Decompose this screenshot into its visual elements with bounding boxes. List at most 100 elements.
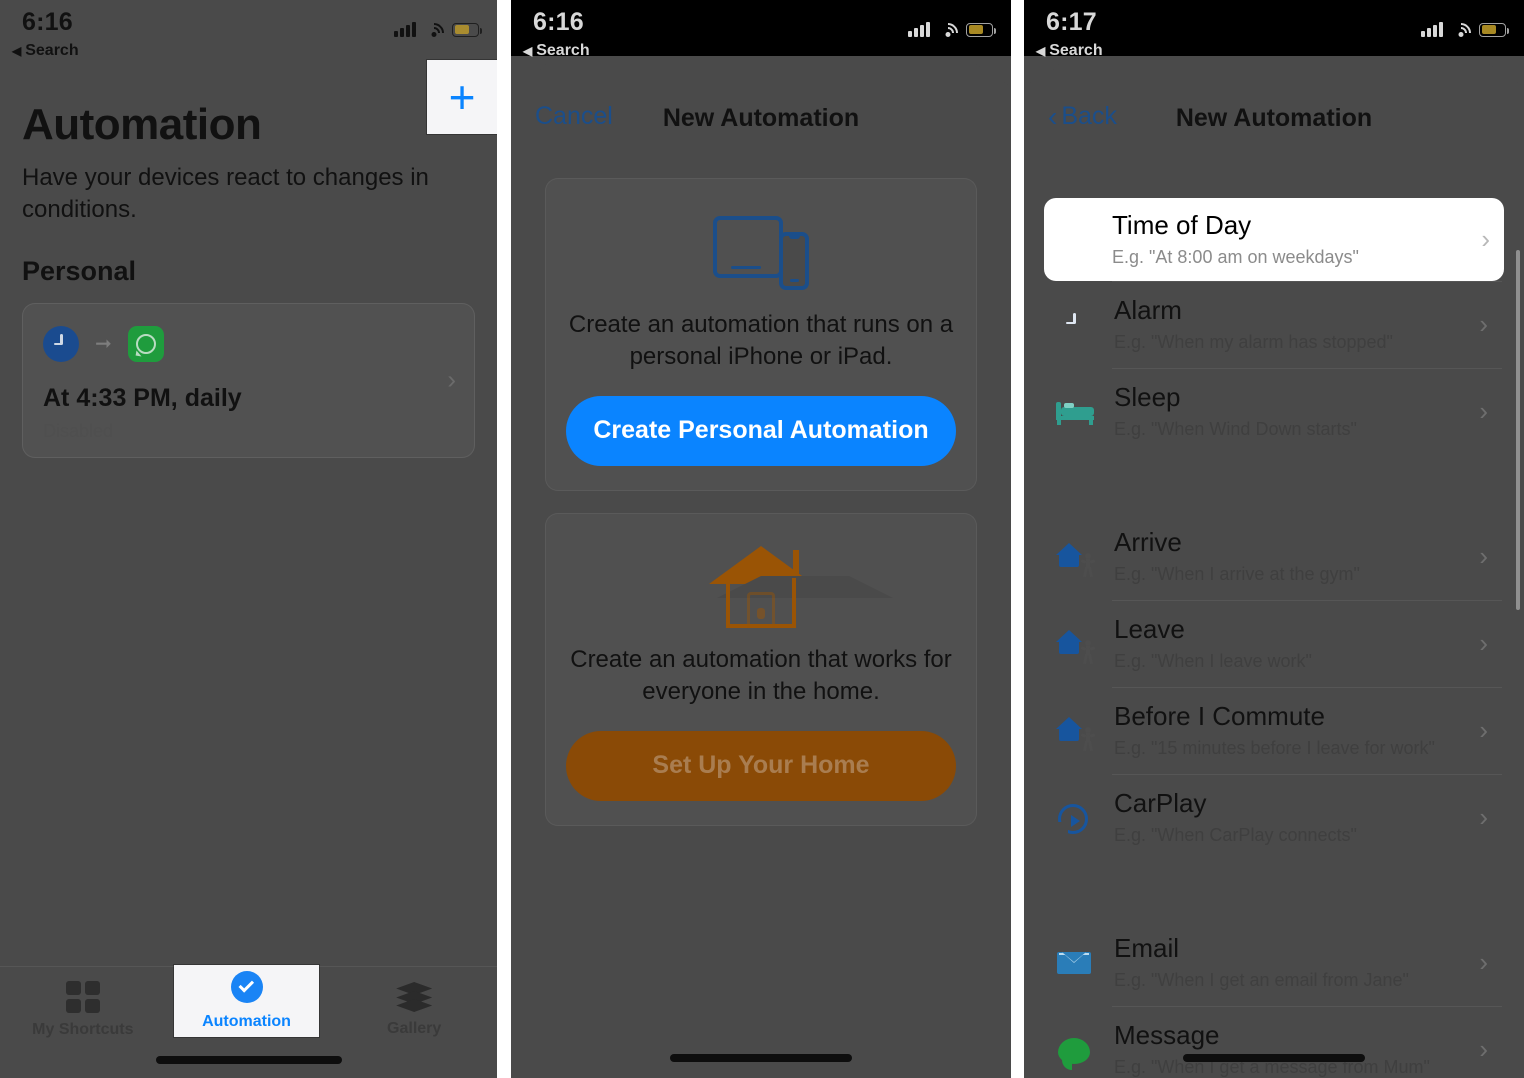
trigger-row-sleep[interactable]: Sleep E.g. "When Wind Down starts" ›: [1046, 368, 1502, 455]
carplay-icon: [1054, 798, 1096, 838]
home-house-icon: [566, 542, 956, 634]
trigger-group-time: Time of Day E.g. "At 8:00 am on weekdays…: [1044, 198, 1504, 455]
home-automation-description: Create an automation that works for ever…: [570, 645, 952, 706]
cellular-bars-icon: [394, 22, 416, 37]
trigger-title: Email: [1114, 933, 1180, 964]
layers-icon: [396, 982, 433, 1012]
panel-trigger-picker: 6:17 ◀ Search ‹ Back New Automation Time…: [1024, 0, 1524, 1078]
modal-sheet-stack: ‹ Back New Automation Time of Day E.g. "…: [1024, 0, 1524, 1078]
devices-ipad-iphone-icon: [566, 207, 956, 299]
trigger-title: Time of Day: [1112, 210, 1252, 241]
automation-icon-row: ➞: [43, 325, 454, 362]
wifi-icon: [419, 18, 449, 48]
status-bar: 6:16 ◀ Search: [0, 0, 497, 59]
tab-gallery[interactable]: Gallery: [331, 967, 497, 1053]
envelope-icon: [1056, 943, 1096, 983]
sheet-navbar: Cancel New Automation: [511, 80, 1011, 156]
sheet-title: New Automation: [662, 104, 860, 132]
automation-status-label: Disabled: [43, 420, 114, 441]
house-person-icon: [1056, 624, 1096, 664]
whatsapp-icon: [127, 325, 164, 362]
trigger-subtitle: E.g. "15 minutes before I leave for work…: [1114, 737, 1435, 758]
home-automation-card: Create an automation that works for ever…: [545, 512, 977, 826]
trigger-title: Alarm: [1114, 295, 1182, 326]
tab-my-shortcuts[interactable]: My Shortcuts: [0, 967, 166, 1053]
clock-icon: [1054, 220, 1094, 260]
tab-automation-highlighted[interactable]: Automation: [174, 965, 319, 1037]
trigger-title: Before I Commute: [1114, 701, 1325, 732]
chevron-right-icon: ›: [1479, 947, 1488, 977]
home-indicator: [1183, 1054, 1365, 1062]
plus-icon: +: [448, 71, 476, 123]
create-personal-automation-button[interactable]: Create Personal Automation: [566, 395, 956, 466]
sheet-title: New Automation: [1175, 104, 1373, 132]
trigger-row-carplay[interactable]: CarPlay E.g. "When CarPlay connects" ›: [1046, 774, 1502, 861]
panel-new-automation-chooser: 6:16 ◀ Search Cancel New Automation Crea…: [511, 0, 1011, 1078]
status-time: 6:16: [22, 8, 73, 36]
home-indicator: [670, 1054, 852, 1062]
home-indicator: [155, 1056, 342, 1064]
trigger-subtitle: E.g. "When Wind Down starts": [1114, 418, 1357, 439]
personal-automation-description: Create an automation that runs on a pers…: [568, 311, 954, 371]
walkthrough-board: 6:16 ◀ Search Automation Have your devic…: [0, 0, 1524, 1078]
modal-sheet-stack: Cancel New Automation Create an automati…: [511, 0, 1011, 1078]
modal-sheet: ‹ Back New Automation Time of Day E.g. "…: [1024, 80, 1524, 1078]
trigger-list-scroll[interactable]: Time of Day E.g. "At 8:00 am on weekdays…: [1024, 156, 1524, 1078]
clock-icon: [43, 325, 79, 362]
message-bubble-icon: [1056, 1030, 1096, 1070]
trigger-subtitle: E.g. "At 8:00 am on weekdays": [1112, 246, 1359, 267]
status-back-to-search[interactable]: ◀ Search: [12, 42, 79, 60]
house-person-icon: [1056, 711, 1096, 751]
page-subtitle: Have your devices react to changes in co…: [22, 164, 429, 223]
trigger-row-leave[interactable]: Leave E.g. "When I leave work" ›: [1046, 600, 1502, 687]
chevron-right-icon: ›: [1479, 309, 1488, 339]
trigger-row-alarm[interactable]: Alarm E.g. "When my alarm has stopped" ›: [1046, 281, 1502, 368]
automation-check-icon: [229, 971, 265, 1007]
automation-page-body: Automation Have your devices react to ch…: [0, 100, 497, 458]
sheet-navbar: ‹ Back New Automation: [1024, 80, 1524, 156]
trigger-row-message[interactable]: Message E.g. "When I get a message from …: [1046, 1006, 1502, 1078]
clock-icon: [1056, 305, 1096, 345]
status-back-label: Search: [25, 42, 79, 59]
tab-automation-label-highlighted: Automation: [202, 1013, 291, 1030]
page-title: Automation: [22, 100, 262, 149]
trigger-group-location: Arrive E.g. "When I arrive at the gym" ›: [1046, 513, 1502, 861]
panel-automation-list: 6:16 ◀ Search Automation Have your devic…: [0, 0, 497, 1078]
chevron-right-icon: ›: [1479, 1034, 1488, 1064]
personal-automation-card: Create an automation that runs on a pers…: [545, 178, 977, 491]
add-automation-button[interactable]: +: [427, 60, 497, 134]
tab-gallery-label: Gallery: [387, 1020, 442, 1037]
trigger-subtitle: E.g. "When I get an email from Jane": [1114, 969, 1409, 990]
trigger-row-time-of-day[interactable]: Time of Day E.g. "At 8:00 am on weekdays…: [1044, 198, 1504, 281]
set-up-your-home-button[interactable]: Set Up Your Home: [566, 730, 956, 801]
section-header-personal: Personal: [22, 255, 137, 286]
arrow-right-icon: ➞: [95, 332, 112, 355]
chevron-right-icon: ›: [1479, 541, 1488, 571]
chevron-right-icon: ›: [447, 364, 456, 395]
trigger-title: Sleep: [1114, 382, 1181, 413]
status-indicators: [394, 18, 482, 48]
chevron-right-icon: ›: [1479, 396, 1488, 426]
chevron-right-icon: ›: [1479, 628, 1488, 658]
trigger-title: Message: [1114, 1020, 1220, 1051]
trigger-subtitle: E.g. "When I leave work": [1114, 650, 1312, 671]
trigger-title: Arrive: [1114, 527, 1182, 558]
trigger-row-email[interactable]: Email E.g. "When I get an email from Jan…: [1046, 919, 1502, 1006]
scrollbar-indicator[interactable]: [1516, 250, 1520, 610]
tab-my-shortcuts-label: My Shortcuts: [32, 1021, 134, 1038]
modal-sheet: Cancel New Automation Create an automati…: [511, 80, 1011, 1078]
battery-low-power-icon: [452, 22, 482, 37]
chevron-right-icon: ›: [1479, 802, 1488, 832]
trigger-subtitle: E.g. "When I arrive at the gym": [1114, 563, 1360, 584]
house-person-icon: [1056, 537, 1096, 577]
trigger-row-before-i-commute[interactable]: Before I Commute E.g. "15 minutes before…: [1046, 687, 1502, 774]
automation-when-label: At 4:33 PM, daily: [43, 383, 242, 412]
trigger-title: CarPlay: [1114, 788, 1207, 819]
trigger-row-arrive[interactable]: Arrive E.g. "When I arrive at the gym" ›: [1046, 513, 1502, 600]
trigger-title: Leave: [1114, 614, 1185, 645]
automation-card[interactable]: ➞ At 4:33 PM, daily Disabled ›: [22, 302, 475, 458]
bed-sleep-icon: [1056, 392, 1096, 432]
chevron-right-icon: ›: [1481, 224, 1490, 254]
grid-squares-icon: [65, 981, 100, 1013]
trigger-subtitle: E.g. "When my alarm has stopped": [1114, 331, 1393, 352]
